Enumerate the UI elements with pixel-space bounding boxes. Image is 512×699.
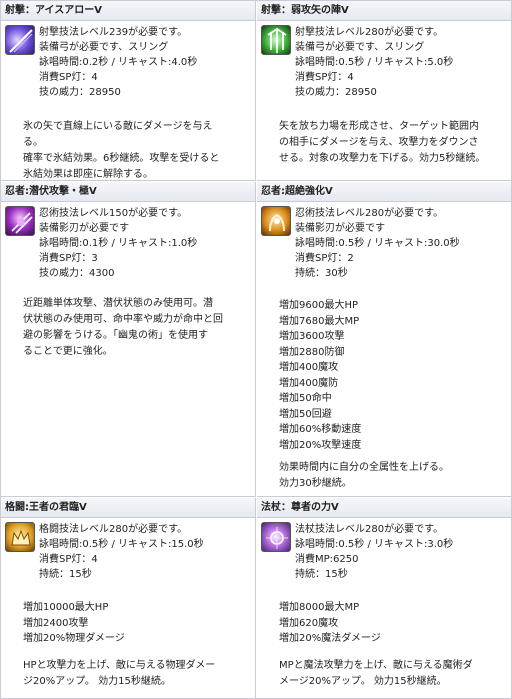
buff-item: 増加20%攻撃速度 bbox=[279, 439, 362, 451]
stat-line: 射撃技法レベル280が必要です。 bbox=[295, 27, 444, 38]
skill-stats: 射撃技法レベル239が必要です。 装備弓が必要です、スリング 詠唱時間:0.2秒… bbox=[39, 25, 251, 100]
skill-description: 氷の矢で直線上にいる敵にダメージを与え る。 確率で氷結効果。6秒継続。攻撃を受… bbox=[23, 119, 251, 183]
desc-line: る。 bbox=[23, 137, 43, 148]
buff-item: 増加10000最大HP bbox=[23, 602, 109, 613]
skill-description: MPと魔法攻撃力を上げ、敵に与える魔術ダ メージ20%アップ。 効力15秒継続。 bbox=[279, 658, 507, 690]
desc-line: MPと魔法攻撃力を上げ、敵に与える魔術ダ bbox=[279, 660, 473, 671]
stat-line: 消費SP灯：4 bbox=[39, 72, 98, 83]
desc-line: 避の影響をうける。「幽鬼の術」を使用す bbox=[23, 330, 208, 341]
buff-item: 増加400魔攻 bbox=[279, 362, 339, 373]
desc-line: せる。対象の攻撃力を下げる。効力5秒継続。 bbox=[279, 153, 486, 164]
desc-line: ることで更に強化。 bbox=[23, 346, 113, 357]
stat-line: 持続：30秒 bbox=[295, 268, 348, 279]
stat-line: 技の威力：28950 bbox=[295, 87, 377, 98]
skill-table: 射撃：アイスアローV 射撃技法レベル239が必要です。 装備弓が必要です、スリン… bbox=[0, 0, 512, 699]
buff-item: 増加2400攻撃 bbox=[23, 617, 89, 629]
buff-item: 増加20%物理ダメージ bbox=[23, 633, 125, 644]
buff-item: 増加50回避 bbox=[279, 408, 332, 420]
stat-line: 技の威力：4300 bbox=[39, 268, 115, 279]
desc-line: HPと攻撃力を上げ、敵に与える物理ダメー bbox=[23, 660, 216, 671]
stat-line: 消費SP灯：4 bbox=[39, 554, 98, 565]
skill-cell-weak-arrow: 射撃：弱攻矢の陣V 射撃技法レベル280が必要です。 装備弓が必要です、スリング… bbox=[257, 1, 512, 181]
stat-line: 技の威力：28950 bbox=[39, 87, 121, 98]
stat-line: 持続：15秒 bbox=[39, 569, 92, 580]
buff-list: 増加9600最大HP 増加7680最大MP 増加3600攻撃 増加2880防御 … bbox=[279, 298, 507, 453]
skill-cell-super-enhance: 忍者:超絶強化V 忍術技法レベル280が必要です。 装備影刃が必要です 詠唱時間… bbox=[257, 182, 512, 497]
stat-line: 装備影刃が必要です bbox=[39, 223, 129, 234]
skill-description: 近距離単体攻撃、潜伏状態のみ使用可。潜 伏状態のみ使用可、命中率や威力が命中と回… bbox=[23, 296, 251, 360]
skill-title: 射撃：アイスアローV bbox=[1, 1, 255, 21]
stat-line: 消費SP灯：2 bbox=[295, 253, 354, 264]
desc-line: メージ20%アップ。 効力15秒継続。 bbox=[279, 676, 447, 687]
desc-line: 確率で氷結効果。6秒継続。攻撃を受けると bbox=[23, 153, 220, 164]
desc-line: 氷結効果は即座に解除する。 bbox=[23, 169, 153, 180]
buff-item: 増加8000最大MP bbox=[279, 602, 360, 613]
stat-line: 忍術技法レベル280が必要です。 bbox=[295, 208, 444, 219]
buff-list: 増加8000最大MP 増加620魔攻 増加20%魔法ダメージ bbox=[279, 600, 507, 647]
desc-line: 効果時間内に自分の全属性を上げる。 bbox=[279, 462, 449, 473]
desc-line: 伏状態のみ使用可、命中率や威力が命中と回 bbox=[23, 314, 223, 325]
skill-description: 矢を放ち力場を形成させ、ターゲット範囲内 の相手にダメージを与え、攻撃力をダウン… bbox=[279, 119, 507, 167]
skill-stats: 射撃技法レベル280が必要です。 装備弓が必要です、スリング 詠唱時間:0.5秒… bbox=[295, 25, 507, 100]
stat-line: 詠唱時間:0.1秒 / リキャスト:1.0秒 bbox=[39, 238, 198, 249]
stat-line: 装備弓が必要です、スリング bbox=[39, 42, 169, 53]
desc-line: 矢を放ち力場を形成させ、ターゲット範囲内 bbox=[279, 121, 479, 132]
stat-line: 格闘技法レベル280が必要です。 bbox=[39, 524, 188, 535]
stat-line: 詠唱時間:0.5秒 / リキャスト:15.0秒 bbox=[39, 539, 204, 550]
desc-line: 近距離単体攻撃、潜伏状態のみ使用可。潜 bbox=[23, 298, 213, 309]
stat-line: 持続：15秒 bbox=[295, 569, 348, 580]
skill-title: 格闘:王者の君臨V bbox=[1, 498, 255, 518]
stat-line: 忍術技法レベル150が必要です。 bbox=[39, 208, 188, 219]
desc-line: の相手にダメージを与え、攻撃力をダウンさ bbox=[279, 137, 479, 148]
stat-line: 詠唱時間:0.5秒 / リキャスト:3.0秒 bbox=[295, 539, 454, 550]
stat-line: 詠唱時間:0.2秒 / リキャスト:4.0秒 bbox=[39, 57, 198, 68]
skill-cell-king-reign: 格闘:王者の君臨V 格闘技法レベル280が必要です。 詠唱時間:0.5秒 / リ… bbox=[1, 498, 256, 699]
skill-cell-ice-arrow: 射撃：アイスアローV 射撃技法レベル239が必要です。 装備弓が必要です、スリン… bbox=[1, 1, 256, 181]
buff-item: 増加620魔攻 bbox=[279, 617, 339, 629]
buff-item: 増加9600最大HP bbox=[279, 300, 358, 311]
skill-stats: 忍術技法レベル150が必要です。 装備影刃が必要です 詠唱時間:0.1秒 / リ… bbox=[39, 206, 251, 281]
skill-description: 効果時間内に自分の全属性を上げる。 効力30秒継続。 bbox=[279, 460, 507, 492]
skill-title: 射撃：弱攻矢の陣V bbox=[257, 1, 511, 21]
skill-cell-stealth-attack: 忍者:潜伏攻撃・極V 忍術技法レベル150が必要です。 装備影刃が必要です 詠唱… bbox=[1, 182, 256, 497]
sage-power-icon bbox=[261, 522, 291, 552]
desc-line: 氷の矢で直線上にいる敵にダメージを与え bbox=[23, 121, 213, 132]
buff-item: 増加60%移動速度 bbox=[279, 424, 362, 435]
skill-title: 忍者:超絶強化V bbox=[257, 182, 511, 202]
desc-line: 効力30秒継続。 bbox=[279, 478, 352, 489]
ice-arrow-icon bbox=[5, 25, 35, 55]
buff-item: 増加50命中 bbox=[279, 393, 332, 404]
buff-item: 増加400魔防 bbox=[279, 377, 339, 389]
stat-line: 消費MP:6250 bbox=[295, 554, 359, 565]
buff-item: 増加3600攻撃 bbox=[279, 331, 345, 342]
stat-line: 法杖技法レベル280が必要です。 bbox=[295, 524, 444, 535]
buff-list: 増加10000最大HP 増加2400攻撃 増加20%物理ダメージ bbox=[23, 600, 251, 647]
stat-line: 消費SP灯：3 bbox=[39, 253, 98, 264]
skill-stats: 格闘技法レベル280が必要です。 詠唱時間:0.5秒 / リキャスト:15.0秒… bbox=[39, 522, 251, 582]
stat-line: 射撃技法レベル239が必要です。 bbox=[39, 27, 188, 38]
stat-line: 装備弓が必要です、スリング bbox=[295, 42, 425, 53]
stat-line: 詠唱時間:0.5秒 / リキャスト:5.0秒 bbox=[295, 57, 454, 68]
skill-title: 法杖：尊者の力V bbox=[257, 498, 511, 518]
desc-line: ジ20%アップ。 効力15秒継続。 bbox=[23, 676, 171, 687]
buff-item: 増加2880防御 bbox=[279, 346, 345, 358]
skill-cell-sage-power: 法杖：尊者の力V 法杖技法レベル280が必要です。 詠唱時間:0.5秒 / リキ… bbox=[257, 498, 512, 699]
stat-line: 装備影刃が必要です bbox=[295, 223, 385, 234]
super-enhance-icon bbox=[261, 206, 291, 236]
stat-line: 消費SP灯：4 bbox=[295, 72, 354, 83]
skill-stats: 法杖技法レベル280が必要です。 詠唱時間:0.5秒 / リキャスト:3.0秒 … bbox=[295, 522, 507, 582]
buff-item: 増加20%魔法ダメージ bbox=[279, 633, 381, 644]
skill-title: 忍者:潜伏攻撃・極V bbox=[1, 182, 255, 202]
skill-description: HPと攻撃力を上げ、敵に与える物理ダメー ジ20%アップ。 効力15秒継続。 bbox=[23, 658, 251, 690]
weak-arrow-formation-icon bbox=[261, 25, 291, 55]
stat-line: 詠唱時間:0.5秒 / リキャスト:30.0秒 bbox=[295, 238, 460, 249]
stealth-attack-icon bbox=[5, 206, 35, 236]
buff-item: 増加7680最大MP bbox=[279, 315, 360, 327]
king-reign-icon bbox=[5, 522, 35, 552]
skill-stats: 忍術技法レベル280が必要です。 装備影刃が必要です 詠唱時間:0.5秒 / リ… bbox=[295, 206, 507, 281]
